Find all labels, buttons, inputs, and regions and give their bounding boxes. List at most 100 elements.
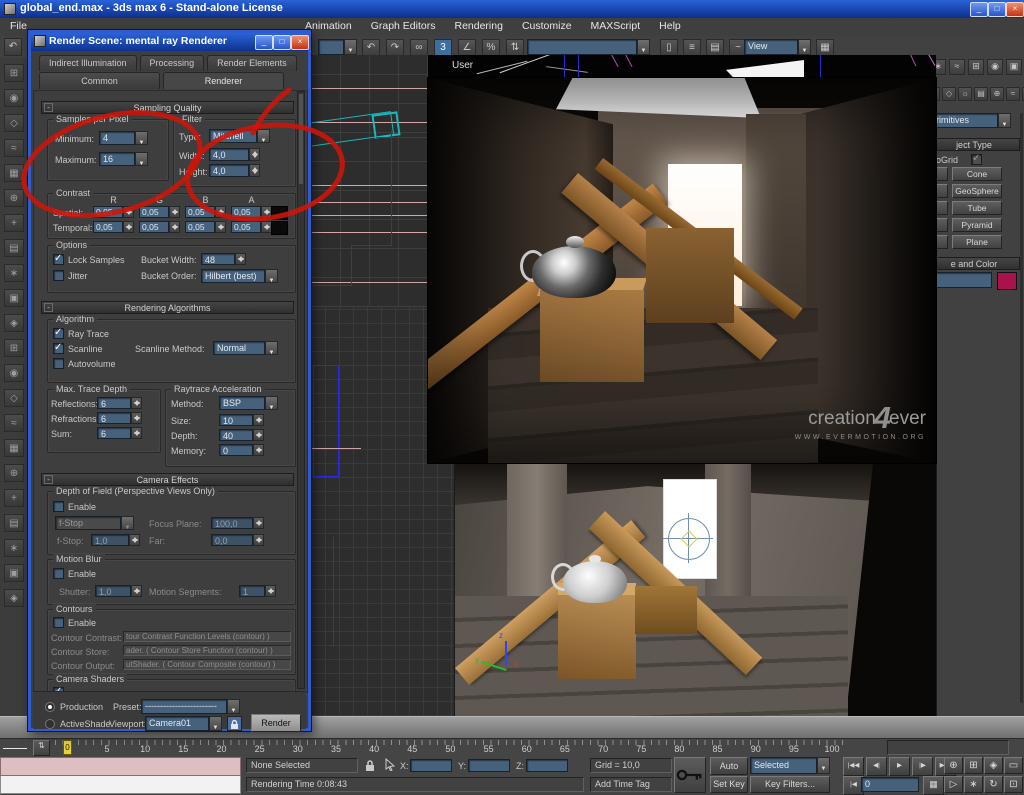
dialog-title-bar[interactable]: Render Scene: mental ray Renderer _ □ × [31,33,308,51]
motion-segments-spinner[interactable] [265,585,276,597]
space-warps-icon[interactable]: ≈ [1006,87,1020,101]
maximize-viewport-toggle-icon[interactable]: ⊡ [1004,776,1023,793]
temporal-color-swatch[interactable] [271,221,288,235]
x-coordinate-field[interactable] [410,759,452,772]
temporal-spinner[interactable] [169,221,180,233]
viewport-camera01[interactable]: x y z [455,463,936,716]
viewport-user[interactable]: User [428,55,936,78]
named-selection-dropdown-icon[interactable] [637,39,650,55]
go-to-start-icon[interactable]: |◀◀ [843,757,864,776]
key-filters-button[interactable]: Key Filters... [750,776,830,793]
maximum-combo[interactable]: 16 [99,152,135,166]
object-type-button[interactable]: Tube [952,201,1002,215]
far-spinner[interactable] [253,534,264,546]
time-slider-toggle-icon[interactable]: ⇅ [33,740,50,756]
time-configuration-icon[interactable]: ▦ [923,776,944,795]
maxscript-mini-listener-white[interactable] [0,776,241,794]
helpers-icon[interactable]: ⊕ [990,87,1004,101]
side-toolbar-icon[interactable]: ⊞ [4,64,24,82]
method-dropdown-icon[interactable] [265,396,278,410]
dialog-tab[interactable]: Indirect Illumination [39,55,137,71]
motion-segments-field[interactable]: 1 [239,585,265,597]
render-button[interactable]: Render [251,714,301,732]
side-toolbar-icon[interactable]: ∗ [4,539,24,557]
dof-enable-checkbox[interactable] [53,501,64,512]
sampling-quality-rollout[interactable]: -Sampling Quality [41,101,294,114]
size-field[interactable]: 10 [219,414,253,426]
motion-blur-enable-checkbox[interactable] [53,568,64,579]
minimum-dropdown-icon[interactable] [135,131,148,145]
viewport-label[interactable]: User [452,60,473,71]
filter-width-spinner[interactable] [249,148,260,161]
named-selection-combo[interactable] [527,39,637,55]
spatial-spinner[interactable] [169,206,180,218]
set-key-button[interactable]: Set Key [710,776,748,793]
side-toolbar-icon[interactable]: ⊕ [4,189,24,207]
menu-file[interactable]: File [8,18,29,35]
menu-item[interactable]: MAXScript [589,18,643,35]
filter-height-spinner[interactable] [249,164,260,177]
lights-icon[interactable]: ☼ [958,87,972,101]
field-of-view-icon[interactable]: ▷ [944,776,963,793]
memory-field[interactable]: 0 [219,444,253,456]
current-frame-field[interactable]: 0 [861,777,919,792]
side-toolbar-icon[interactable]: ▦ [4,164,24,182]
menu-item[interactable]: Graph Editors [369,18,438,35]
auto-key-button[interactable]: Auto Key [710,757,748,775]
minimize-button[interactable]: _ [970,2,988,17]
motion-tab-icon[interactable]: ◉ [987,59,1003,75]
display-tab-icon[interactable]: ▣ [1006,59,1022,75]
side-toolbar-icon[interactable]: ⊕ [4,464,24,482]
spatial-spinner[interactable] [215,206,226,218]
filter-type-dropdown-icon[interactable] [257,129,270,143]
dialog-tab[interactable]: Renderer [163,72,284,89]
dialog-scrollbar-thumb[interactable] [299,94,303,184]
side-toolbar-icon[interactable]: + [4,489,24,507]
contour-store-button[interactable]: ader. ( Contour Store Function (contour)… [123,645,291,656]
sum-field[interactable]: 6 [97,427,131,439]
shutter-spinner[interactable] [131,585,142,597]
side-toolbar-icon[interactable]: ◇ [4,114,24,132]
bucket-order-dropdown-icon[interactable] [265,269,278,283]
side-toolbar-icon[interactable]: ◇ [4,389,24,407]
fstop-mode-dropdown-icon[interactable] [121,516,134,530]
side-toolbar-icon[interactable]: ▦ [4,439,24,457]
depth-field[interactable]: 40 [219,429,253,441]
spatial-field[interactable]: 0,05 [93,206,123,218]
scanline-checkbox[interactable] [53,343,64,354]
object-type-button[interactable]: Plane [952,235,1002,249]
z-coordinate-field[interactable] [526,759,568,772]
zoom-region-icon[interactable]: ▭ [1004,757,1023,774]
focus-plane-field[interactable]: 100,0 [211,517,253,529]
view-dropdown-icon[interactable] [798,39,811,55]
sum-spinner[interactable] [131,427,142,439]
side-toolbar-icon[interactable]: ≈ [4,414,24,432]
reflections-spinner[interactable] [131,397,142,409]
selection-filter-dropdown-icon[interactable] [344,39,357,55]
spatial-color-swatch[interactable] [271,206,288,220]
panel-scrollbar[interactable] [1020,113,1023,703]
maxscript-mini-listener-pink[interactable] [0,757,241,776]
menu-item[interactable]: Rendering [452,18,504,35]
dialog-tab[interactable]: Render Elements [207,55,297,71]
object-type-button[interactable]: Cone [952,167,1002,181]
camera-effects-rollout[interactable]: -Camera Effects [41,473,294,486]
previous-frame-icon[interactable]: ◀| [866,757,887,776]
side-toolbar-icon[interactable]: ▤ [4,239,24,257]
focus-plane-spinner[interactable] [253,517,264,529]
side-toolbar-icon[interactable]: ▣ [4,564,24,582]
jitter-checkbox[interactable] [53,270,64,281]
side-toolbar-icon[interactable]: ◈ [4,589,24,607]
view-combo[interactable]: View [744,39,798,55]
zoom-all-icon[interactable]: ⊞ [964,757,983,774]
side-toolbar-icon[interactable]: ◉ [4,89,24,107]
fstop-spinner[interactable] [129,534,140,546]
maximize-button[interactable]: □ [988,2,1006,17]
zoom-icon[interactable]: ⊕ [944,757,963,774]
object-type-button[interactable]: GeoSphere [952,184,1002,198]
play-icon[interactable]: ▶ [889,757,910,776]
side-toolbar-icon[interactable]: ≈ [4,139,24,157]
minimum-combo[interactable]: 4 [99,131,135,145]
set-key-icon[interactable] [674,757,706,793]
object-name-field[interactable] [934,272,992,288]
